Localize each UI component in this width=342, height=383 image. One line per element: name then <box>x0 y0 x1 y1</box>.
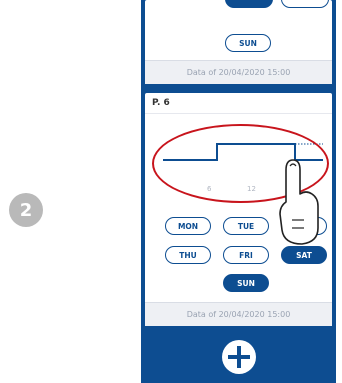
program-card-previous: SUN Data of 20/04/2020 15:00 <box>145 0 332 84</box>
day-pill-thu[interactable]: THU <box>165 246 211 264</box>
day-pill-tue[interactable]: TUE <box>223 217 269 235</box>
add-program-button[interactable] <box>222 340 256 374</box>
day-pill-mon[interactable]: MON <box>165 217 211 235</box>
day-pill-partial[interactable] <box>281 0 329 8</box>
last-update-label: Data of 20/04/2020 15:00 <box>145 60 332 84</box>
tap-hand-icon <box>279 159 319 245</box>
day-pill-fri[interactable]: FRI <box>223 246 269 264</box>
day-pill-partial[interactable] <box>225 0 273 8</box>
day-pill-sun[interactable]: SUN <box>225 34 271 52</box>
program-title: P. 6 <box>145 93 332 114</box>
day-pill-sun[interactable]: SUN <box>223 274 269 292</box>
step-number-badge: 2 <box>9 193 43 227</box>
last-update-label: Data of 20/04/2020 15:00 <box>145 302 332 326</box>
day-pill-sat[interactable]: SAT <box>281 246 327 264</box>
